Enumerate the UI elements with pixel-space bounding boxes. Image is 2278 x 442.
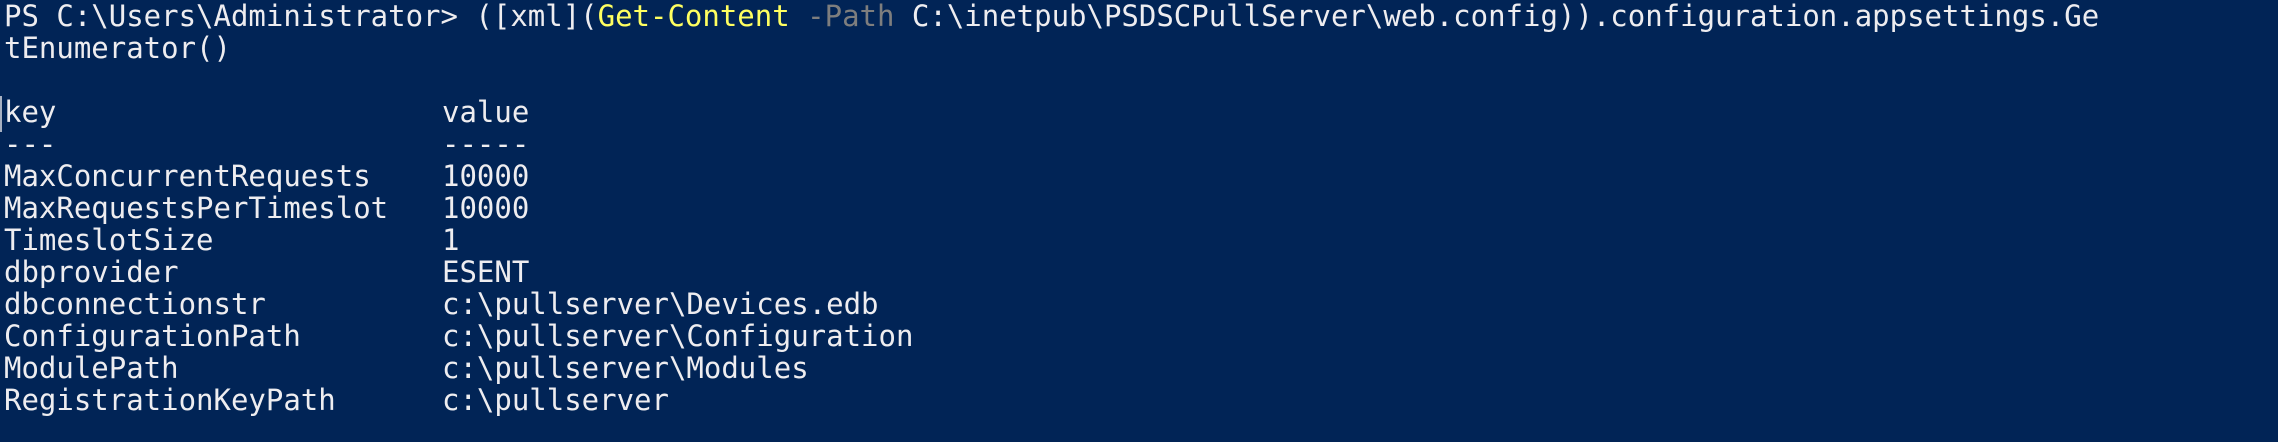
row-key: ModulePath (4, 351, 179, 385)
row-key: ConfigurationPath (4, 319, 301, 353)
row-key: MaxRequestsPerTimeslot (4, 191, 389, 225)
separator-key: --- (4, 127, 57, 161)
row-value: 10000 (442, 159, 530, 193)
row-value: c:\pullserver\Devices.edb (442, 287, 879, 321)
text-cursor (0, 96, 2, 132)
row-key: RegistrationKeyPath (4, 383, 336, 417)
prompt: PS C:\Users\Administrator> (4, 0, 476, 33)
table-row: MaxRequestsPerTimeslot 10000 (4, 192, 529, 224)
row-key: dbconnectionstr (4, 287, 266, 321)
table-header-row: key value (4, 95, 529, 129)
row-value: c:\pullserver\Configuration (442, 319, 914, 353)
column-header-key: key (4, 95, 57, 129)
row-key: dbprovider (4, 255, 179, 289)
row-value: 10000 (442, 191, 530, 225)
row-value: ESENT (442, 255, 530, 289)
powershell-console[interactable]: PS C:\Users\Administrator> ([xml](Get-Co… (0, 0, 2278, 442)
row-key: TimeslotSize (4, 223, 214, 257)
table-row: ConfigurationPath c:\pullserver\Configur… (4, 320, 913, 352)
command-argument: C:\inetpub\PSDSCPullServer\web.config)).… (894, 0, 2100, 33)
column-header-value: value (442, 95, 530, 129)
row-value: c:\pullserver (442, 383, 669, 417)
table-row: RegistrationKeyPath c:\pullserver (4, 384, 669, 416)
table-row: dbprovider ESENT (4, 256, 529, 288)
separator-value: ----- (442, 127, 530, 161)
command-line: PS C:\Users\Administrator> ([xml](Get-Co… (4, 0, 2099, 32)
parameter-name: -Path (789, 0, 895, 33)
cmdlet-name: Get-Content (597, 0, 790, 33)
command-line-wrap: tEnumerator() (4, 32, 231, 64)
table-row: MaxConcurrentRequests 10000 (4, 160, 529, 192)
command-wrapped-text: tEnumerator() (4, 31, 231, 65)
table-row: ModulePath c:\pullserver\Modules (4, 352, 809, 384)
row-value: c:\pullserver\Modules (442, 351, 809, 385)
row-value: 1 (442, 223, 460, 257)
command-prefix: ([xml]( (475, 0, 598, 33)
table-row: dbconnectionstr c:\pullserver\Devices.ed… (4, 288, 879, 320)
row-key: MaxConcurrentRequests (4, 159, 371, 193)
table-row: TimeslotSize 1 (4, 224, 459, 256)
table-separator-row: --- ----- (4, 127, 529, 161)
